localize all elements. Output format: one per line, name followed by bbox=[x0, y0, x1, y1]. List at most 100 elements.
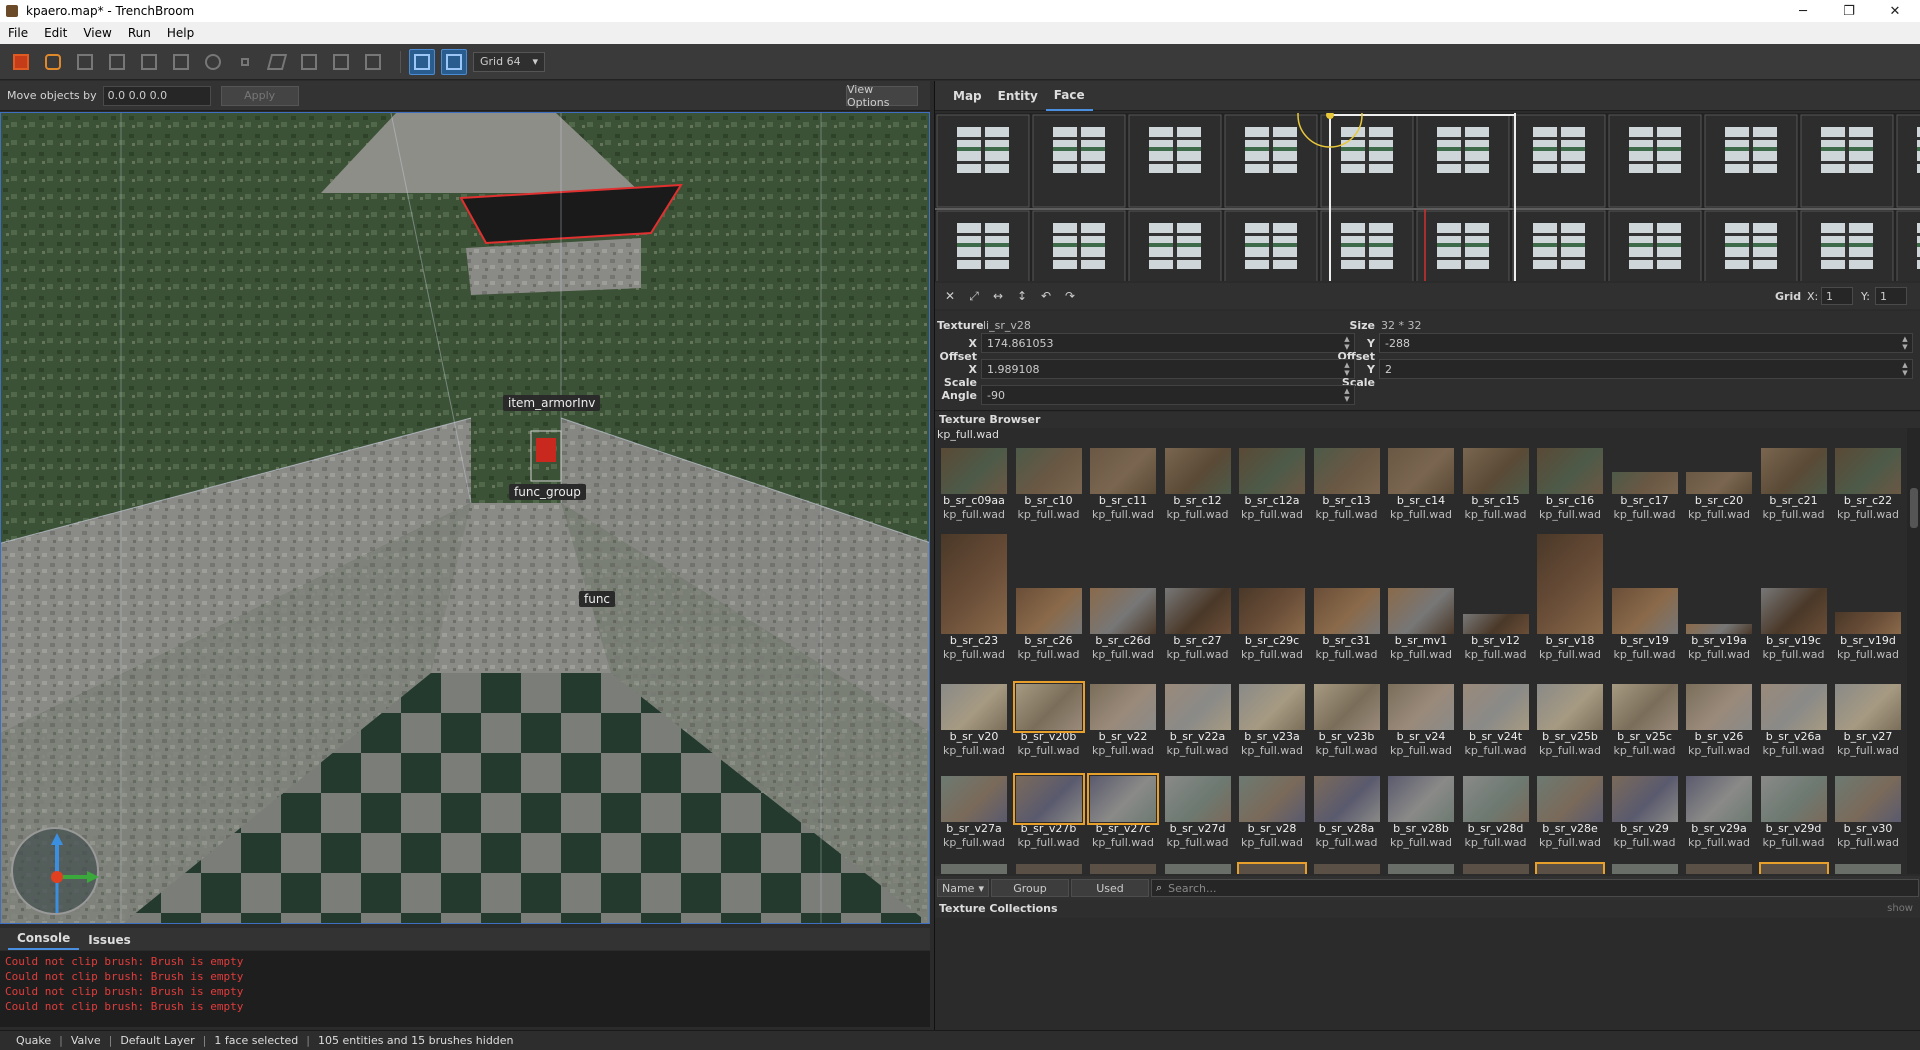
tab-entity[interactable]: Entity bbox=[990, 81, 1046, 111]
flip-vertical-button[interactable] bbox=[360, 49, 386, 75]
texture-thumbnail[interactable] bbox=[1388, 864, 1454, 874]
texture-tile[interactable]: b_sr_c26d kp_full.wad bbox=[1086, 534, 1160, 662]
clip-tool-button[interactable] bbox=[72, 49, 98, 75]
texture-scrollbar[interactable] bbox=[1907, 428, 1920, 874]
grid-size-dropdown[interactable]: Grid 64 ▾ bbox=[473, 51, 545, 72]
texture-tile[interactable]: b_sr_v27 kp_full.wad bbox=[1831, 678, 1905, 758]
texture-tile[interactable]: b_sr_v18 kp_full.wad bbox=[1533, 534, 1607, 662]
texture-thumbnail[interactable] bbox=[1686, 864, 1752, 874]
texture-tile[interactable]: b_sr_v27a kp_full.wad bbox=[937, 770, 1011, 850]
texture-thumbnail[interactable] bbox=[1015, 864, 1082, 874]
texture-thumbnail[interactable] bbox=[1835, 864, 1901, 874]
texture-grid[interactable]: b_sr_c09aa kp_full.wad b_sr_c10 kp_full.wad… bbox=[935, 442, 1907, 874]
texture-tile[interactable]: b_sr_v12 kp_full.wad bbox=[1459, 534, 1533, 662]
group-button[interactable]: Group bbox=[991, 879, 1069, 897]
used-button[interactable]: Used bbox=[1071, 879, 1149, 897]
texture-tile[interactable]: b_sr_c23 kp_full.wad bbox=[937, 534, 1011, 662]
menu-edit[interactable]: Edit bbox=[36, 26, 75, 40]
texture-tile[interactable]: b_sr_v27c kp_full.wad bbox=[1086, 770, 1160, 850]
texture-thumbnail[interactable] bbox=[941, 864, 1007, 874]
texture-tile[interactable]: b_sr_v25c kp_full.wad bbox=[1608, 678, 1682, 758]
texture-thumbnail[interactable] bbox=[1462, 864, 1529, 874]
texture-lock-button[interactable] bbox=[409, 48, 435, 75]
texture-tile[interactable]: b_sr_v19c kp_full.wad bbox=[1757, 534, 1831, 662]
vertex-tool-button[interactable] bbox=[104, 49, 130, 75]
x-scale-input[interactable]: 1.989108 ▲ ▼ bbox=[981, 359, 1355, 379]
shear-tool-button[interactable] bbox=[264, 49, 290, 75]
texture-thumbnail[interactable] bbox=[1090, 864, 1156, 874]
duplicate-button[interactable] bbox=[296, 49, 322, 75]
texture-tile[interactable]: b_sr_c17 kp_full.wad bbox=[1608, 442, 1682, 522]
menu-view[interactable]: View bbox=[75, 26, 119, 40]
texture-tile[interactable]: b_sr_c15 kp_full.wad bbox=[1459, 442, 1533, 522]
flip-vertical-icon[interactable]: ↕ bbox=[1013, 287, 1031, 305]
texture-tile[interactable]: b_sr_c09aa kp_full.wad bbox=[937, 442, 1011, 522]
texture-tile[interactable]: b_sr_v24 kp_full.wad bbox=[1384, 678, 1458, 758]
texture-tile[interactable]: b_sr_v28a kp_full.wad bbox=[1310, 770, 1384, 850]
uv-grid-x-input[interactable]: 1 bbox=[1821, 287, 1853, 305]
uv-texture-preview[interactable] bbox=[935, 113, 1920, 281]
3d-scene[interactable] bbox=[1, 113, 930, 924]
rotate-cw-icon[interactable]: ↷ bbox=[1061, 287, 1079, 305]
texture-thumbnail[interactable] bbox=[1611, 864, 1678, 874]
tab-map[interactable]: Map bbox=[945, 81, 990, 111]
texture-tile[interactable]: b_sr_mv1 kp_full.wad bbox=[1384, 534, 1458, 662]
face-tool-button[interactable] bbox=[168, 49, 194, 75]
texture-tile[interactable]: b_sr_v23b kp_full.wad bbox=[1310, 678, 1384, 758]
show-collections-link[interactable]: show bbox=[1887, 900, 1913, 918]
texture-tile[interactable]: b_sr_v19 kp_full.wad bbox=[1608, 534, 1682, 662]
apply-button[interactable]: Apply bbox=[220, 85, 299, 106]
texture-tile[interactable]: b_sr_c20 kp_full.wad bbox=[1682, 442, 1756, 522]
texture-tile[interactable]: b_sr_v27d kp_full.wad bbox=[1161, 770, 1235, 850]
texture-tile[interactable]: b_sr_v28d kp_full.wad bbox=[1459, 770, 1533, 850]
tab-issues[interactable]: Issues bbox=[79, 933, 140, 950]
scrollbar-thumb[interactable] bbox=[1910, 488, 1918, 528]
texture-tile[interactable]: b_sr_v26 kp_full.wad bbox=[1682, 678, 1756, 758]
texture-tile[interactable]: b_sr_v28b kp_full.wad bbox=[1384, 770, 1458, 850]
texture-tile[interactable]: b_sr_v27b kp_full.wad bbox=[1012, 770, 1086, 850]
scale-tool-button[interactable] bbox=[232, 49, 258, 75]
menu-help[interactable]: Help bbox=[159, 26, 202, 40]
texture-thumbnail[interactable] bbox=[1758, 862, 1829, 874]
texture-tile[interactable]: b_sr_c12a kp_full.wad bbox=[1235, 442, 1309, 522]
spin-arrows-icon[interactable]: ▲ ▼ bbox=[1900, 335, 1910, 351]
texture-tile[interactable]: b_sr_v28 kp_full.wad bbox=[1235, 770, 1309, 850]
texture-tile[interactable]: b_sr_c11 kp_full.wad bbox=[1086, 442, 1160, 522]
x-offset-input[interactable]: 174.861053 ▲ ▼ bbox=[981, 333, 1355, 353]
texture-tile[interactable]: b_sr_c16 kp_full.wad bbox=[1533, 442, 1607, 522]
texture-tile[interactable]: b_sr_c14 kp_full.wad bbox=[1384, 442, 1458, 522]
texture-tile[interactable]: b_sr_v22a kp_full.wad bbox=[1161, 678, 1235, 758]
y-offset-input[interactable]: -288 ▲ ▼ bbox=[1379, 333, 1913, 353]
texture-tile[interactable]: b_sr_v29 kp_full.wad bbox=[1608, 770, 1682, 850]
texture-thumbnail[interactable] bbox=[1237, 862, 1307, 874]
brush-tool-button[interactable] bbox=[40, 49, 66, 75]
texture-tile[interactable]: b_sr_v28e kp_full.wad bbox=[1533, 770, 1607, 850]
texture-tile[interactable]: b_sr_c27 kp_full.wad bbox=[1161, 534, 1235, 662]
3d-viewport[interactable]: item_armorInv func_group func bbox=[0, 112, 930, 924]
rotate-tool-button[interactable] bbox=[200, 49, 226, 75]
edge-tool-button[interactable] bbox=[136, 49, 162, 75]
texture-tile[interactable]: b_sr_c13 kp_full.wad bbox=[1310, 442, 1384, 522]
uv-grid-y-input[interactable]: 1 bbox=[1875, 287, 1907, 305]
texture-thumbnail[interactable] bbox=[1535, 862, 1605, 874]
texture-tile[interactable]: b_sr_v29a kp_full.wad bbox=[1682, 770, 1756, 850]
close-button[interactable]: ✕ bbox=[1872, 0, 1918, 22]
axis-gizmo[interactable] bbox=[11, 827, 99, 915]
maximize-button[interactable]: ❐ bbox=[1826, 0, 1872, 22]
select-tool-button[interactable] bbox=[8, 49, 34, 75]
texture-tile[interactable]: b_sr_c22 kp_full.wad bbox=[1831, 442, 1905, 522]
texture-thumbnail[interactable] bbox=[1313, 864, 1380, 874]
fit-texture-icon[interactable]: ⤢ bbox=[965, 287, 983, 305]
texture-tile[interactable]: b_sr_v26a kp_full.wad bbox=[1757, 678, 1831, 758]
spin-arrows-icon[interactable]: ▲ ▼ bbox=[1342, 387, 1352, 403]
spin-arrows-icon[interactable]: ▲ ▼ bbox=[1900, 361, 1910, 377]
texture-collections-header[interactable]: Texture Collections show bbox=[935, 900, 1920, 918]
tab-console[interactable]: Console bbox=[8, 931, 80, 950]
texture-tile[interactable]: b_sr_c31 kp_full.wad bbox=[1310, 534, 1384, 662]
view-options-button[interactable]: View Options bbox=[846, 83, 918, 109]
texture-tile[interactable]: b_sr_v20 kp_full.wad bbox=[937, 678, 1011, 758]
angle-input[interactable]: -90 ▲ ▼ bbox=[981, 385, 1355, 405]
move-offset-input[interactable]: 0.0 0.0 0.0 bbox=[102, 85, 211, 106]
texture-tile[interactable]: b_sr_c26 kp_full.wad bbox=[1012, 534, 1086, 662]
texture-tile[interactable]: b_sr_v23a kp_full.wad bbox=[1235, 678, 1309, 758]
